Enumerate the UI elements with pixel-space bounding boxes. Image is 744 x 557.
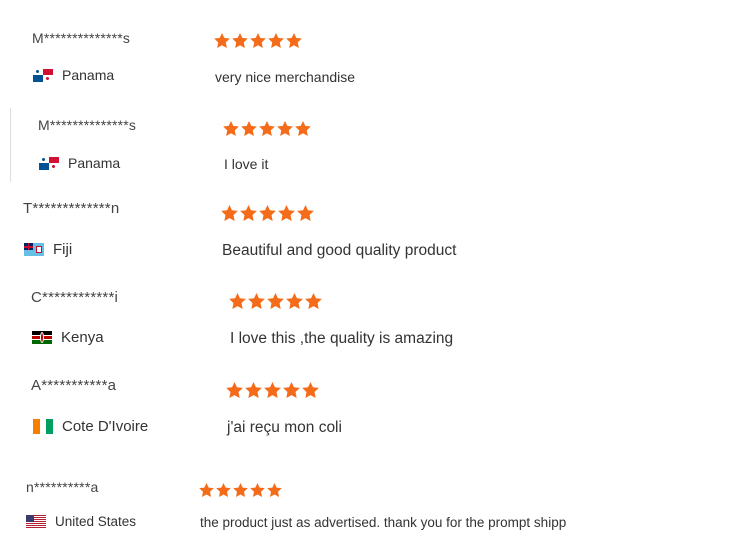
star-icon <box>278 205 295 221</box>
review-comment: the product just as advertised. thank yo… <box>200 515 567 530</box>
reviewer-country: Cote D'Ivoire <box>33 418 148 435</box>
star-rating <box>199 483 282 497</box>
country-label: United States <box>55 514 137 529</box>
us-flag-icon <box>26 515 46 528</box>
review-comment: j'ai reçu mon coli <box>227 419 342 436</box>
fiji-flag-icon <box>24 243 44 256</box>
star-icon <box>240 205 257 221</box>
reviewer-name: C************i <box>31 289 119 306</box>
reviewer-country: Kenya <box>32 329 104 346</box>
country-label: Cote D'Ivoire <box>62 418 149 435</box>
country-label: Fiji <box>53 241 73 258</box>
star-icon <box>264 382 281 398</box>
star-icon <box>245 382 262 398</box>
star-icon <box>221 205 238 221</box>
reviewer-country: Panama <box>39 155 120 171</box>
star-rating <box>229 293 322 309</box>
star-rating <box>223 121 311 136</box>
reviewer-country: United States <box>26 514 136 529</box>
star-icon <box>302 382 319 398</box>
star-icon <box>216 483 231 497</box>
star-icon <box>277 121 293 136</box>
reviewer-country: Fiji <box>24 241 72 258</box>
star-icon <box>199 483 214 497</box>
panama-flag-icon <box>39 156 59 170</box>
review-comment: I love it <box>224 156 269 172</box>
kenya-flag-icon <box>32 331 52 344</box>
reviewer-name: M**************s <box>38 117 137 133</box>
star-icon <box>283 382 300 398</box>
divider <box>10 108 11 182</box>
star-icon <box>267 293 284 309</box>
star-icon <box>241 121 257 136</box>
star-icon <box>233 483 248 497</box>
country-label: Panama <box>68 155 121 171</box>
star-rating <box>221 205 314 221</box>
country-label: Kenya <box>61 329 104 346</box>
star-icon <box>267 483 282 497</box>
star-rating <box>226 382 319 398</box>
star-icon <box>226 382 243 398</box>
star-icon <box>259 205 276 221</box>
star-icon <box>295 121 311 136</box>
cote-divoire-flag-icon <box>33 419 53 434</box>
star-icon <box>297 205 314 221</box>
reviewer-name: n**********a <box>26 479 99 495</box>
review-comment: Beautiful and good quality product <box>222 242 457 259</box>
star-icon <box>223 121 239 136</box>
star-icon <box>250 483 265 497</box>
star-icon <box>305 293 322 309</box>
star-icon <box>286 293 303 309</box>
star-icon <box>259 121 275 136</box>
star-icon <box>248 293 265 309</box>
reviewer-name: A***********a <box>31 377 117 394</box>
reviewer-name: T*************n <box>23 200 120 217</box>
review-comment: I love this ,the quality is amazing <box>230 330 454 347</box>
star-icon <box>229 293 246 309</box>
review-item: n**********a United States the product j… <box>0 0 744 530</box>
